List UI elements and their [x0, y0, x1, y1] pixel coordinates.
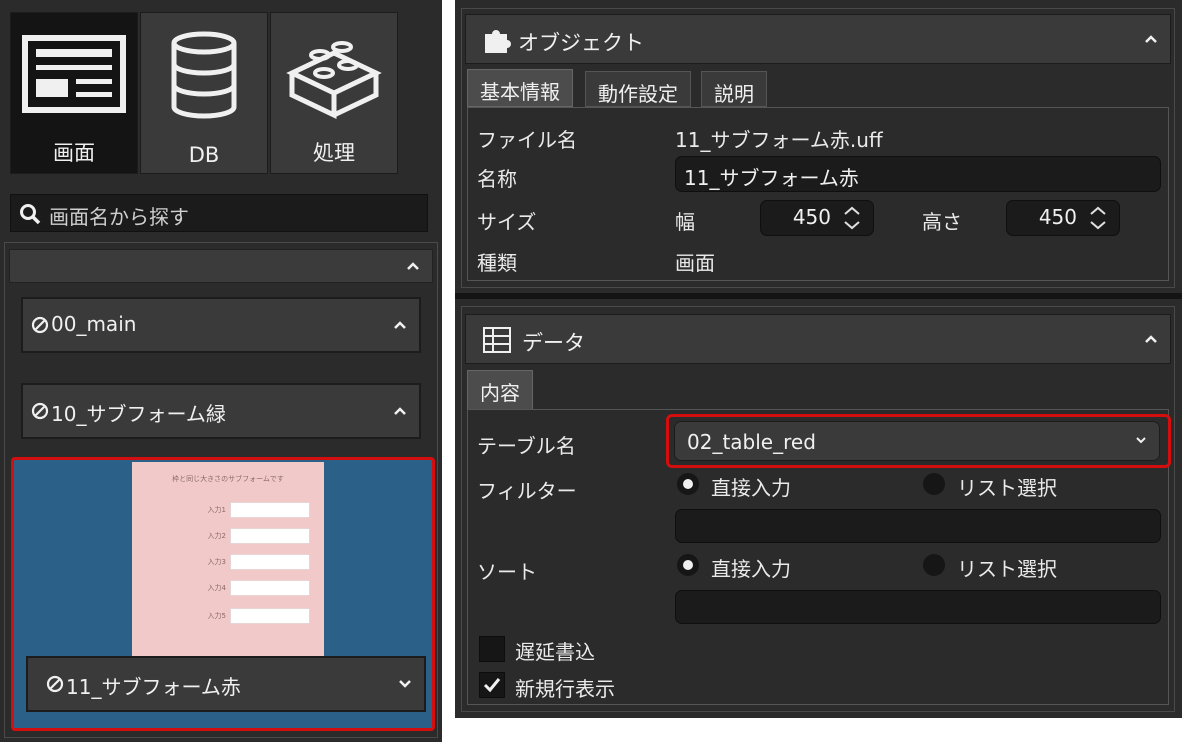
tab-label: 説明: [714, 82, 754, 106]
list-item-11-subform-red-selected[interactable]: 枠と同じ大きさのサブフォームです 入力1 入力2 入力3 入力4 入力5 11_…: [11, 457, 435, 731]
new-row-checkbox[interactable]: [479, 672, 505, 698]
object-section-header[interactable]: オブジェクト: [465, 14, 1171, 64]
chevron-up-icon[interactable]: [393, 406, 407, 416]
no-entry-icon: [46, 675, 64, 693]
preview-field-box: [230, 502, 310, 518]
search-placeholder: 画面名から探す: [49, 205, 189, 229]
preview-field-box: [230, 528, 310, 544]
list-item-label: 00_main: [51, 312, 137, 336]
check-icon: [483, 678, 501, 693]
table-name-dropdown[interactable]: 02_table_red: [674, 421, 1160, 461]
chevron-up-icon[interactable]: [393, 320, 407, 330]
screen-layout-icon: [22, 35, 126, 113]
name-label: 名称: [477, 167, 517, 191]
sort-radio-direct[interactable]: [677, 554, 699, 576]
tab-content-settings[interactable]: 内容: [467, 370, 533, 410]
preview-field-label: 入力5: [207, 612, 226, 620]
chevron-down-icon[interactable]: [398, 679, 412, 689]
sort-option-direct-label: 直接入力: [711, 557, 791, 581]
screen-list: 00_main 10_サブフォーム緑 枠と同じ大きさのサブフォームです 入力1 …: [4, 242, 438, 738]
size-label: サイズ: [477, 210, 537, 234]
preview-field-label: 入力3: [207, 558, 226, 566]
preview-field-label: 入力2: [207, 532, 226, 540]
stepper-arrows-icon[interactable]: [837, 203, 867, 233]
sort-label: ソート: [477, 560, 537, 584]
type-label: 種類: [477, 251, 517, 275]
mode-button-screen[interactable]: 画面: [10, 12, 138, 174]
filter-input[interactable]: [675, 509, 1161, 543]
list-item-label: 11_サブフォーム赤: [66, 675, 241, 699]
section-title: データ: [522, 331, 585, 355]
sort-input[interactable]: [675, 590, 1161, 624]
file-name-value: 11_サブフォーム赤.uff: [675, 128, 883, 152]
width-value: 450: [792, 205, 831, 229]
filter-option-direct-label: 直接入力: [711, 476, 791, 500]
list-item-00-main[interactable]: 00_main: [21, 297, 421, 353]
name-value: 11_サブフォーム赤: [684, 166, 859, 190]
no-entry-icon: [31, 316, 49, 334]
blocks-icon: [286, 41, 382, 119]
sort-radio-list[interactable]: [923, 554, 945, 576]
delayed-write-label: 遅延書込: [515, 640, 595, 664]
table-name-label: テーブル名: [477, 434, 576, 458]
data-section-header[interactable]: データ: [465, 314, 1171, 364]
width-label: 幅: [675, 210, 695, 234]
no-entry-icon: [31, 402, 49, 420]
height-value: 450: [1038, 205, 1077, 229]
filter-label: フィルター: [477, 479, 577, 503]
mode-label: 画面: [53, 141, 95, 165]
tab-behavior-settings[interactable]: 動作設定: [585, 71, 691, 107]
width-stepper[interactable]: 450: [760, 200, 874, 236]
search-icon: [20, 204, 41, 225]
section-divider: [455, 293, 1182, 299]
tab-label: 内容: [480, 381, 520, 405]
preview-field-box: [230, 608, 310, 624]
mode-button-db[interactable]: DB: [140, 12, 268, 174]
tab-basic-info[interactable]: 基本情報: [467, 69, 573, 107]
filter-radio-direct[interactable]: [677, 473, 699, 495]
stepper-arrows-icon[interactable]: [1083, 203, 1113, 233]
list-group-header[interactable]: [9, 249, 433, 283]
delayed-write-checkbox[interactable]: [479, 636, 505, 662]
section-title: オブジェクト: [518, 31, 644, 55]
tab-description[interactable]: 説明: [701, 71, 767, 107]
list-item-10-subform-green[interactable]: 10_サブフォーム緑: [21, 383, 421, 439]
list-item-label: 10_サブフォーム緑: [51, 402, 226, 426]
screen-preview-thumbnail: 枠と同じ大きさのサブフォームです 入力1 入力2 入力3 入力4 入力5: [132, 462, 324, 656]
preview-title: 枠と同じ大きさのサブフォームです: [172, 475, 284, 483]
file-name-label: ファイル名: [477, 128, 577, 152]
mode-label: DB: [188, 143, 220, 167]
table-grid-icon: [483, 327, 511, 353]
type-value: 画面: [675, 251, 715, 275]
preview-field-box: [230, 554, 310, 570]
tab-label: 動作設定: [598, 82, 678, 106]
new-row-label: 新規行表示: [515, 677, 615, 701]
chevron-down-icon: [1136, 437, 1146, 444]
sort-option-list-label: リスト選択: [957, 557, 1057, 581]
selected-item-bar[interactable]: 11_サブフォーム赤: [26, 656, 426, 712]
database-icon: [171, 31, 237, 119]
filter-radio-list[interactable]: [923, 473, 945, 495]
height-label: 高さ: [922, 210, 962, 234]
name-input[interactable]: 11_サブフォーム赤: [675, 156, 1161, 192]
preview-field-label: 入力4: [207, 584, 226, 592]
preview-field-box: [230, 580, 310, 596]
properties-panel: オブジェクト 基本情報 動作設定 説明 ファイル名 11_サブフォーム赤.uff…: [455, 0, 1182, 718]
puzzle-icon: [485, 30, 511, 53]
chevron-up-icon[interactable]: [1144, 34, 1158, 44]
mode-button-process[interactable]: 処理: [270, 12, 398, 174]
screen-search-input[interactable]: 画面名から探す: [10, 194, 428, 232]
height-stepper[interactable]: 450: [1006, 200, 1120, 236]
filter-option-list-label: リスト選択: [957, 476, 1057, 500]
chevron-up-icon[interactable]: [1144, 334, 1158, 344]
chevron-up-icon[interactable]: [406, 261, 420, 271]
table-name-value: 02_table_red: [687, 430, 816, 454]
screen-list-panel: 画面 DB 処理 画面名から探す 00_main 10_サブフォーム緑 枠と同じ…: [0, 0, 442, 742]
preview-field-label: 入力1: [207, 506, 226, 514]
tab-label: 基本情報: [480, 80, 560, 104]
mode-label: 処理: [313, 141, 355, 165]
